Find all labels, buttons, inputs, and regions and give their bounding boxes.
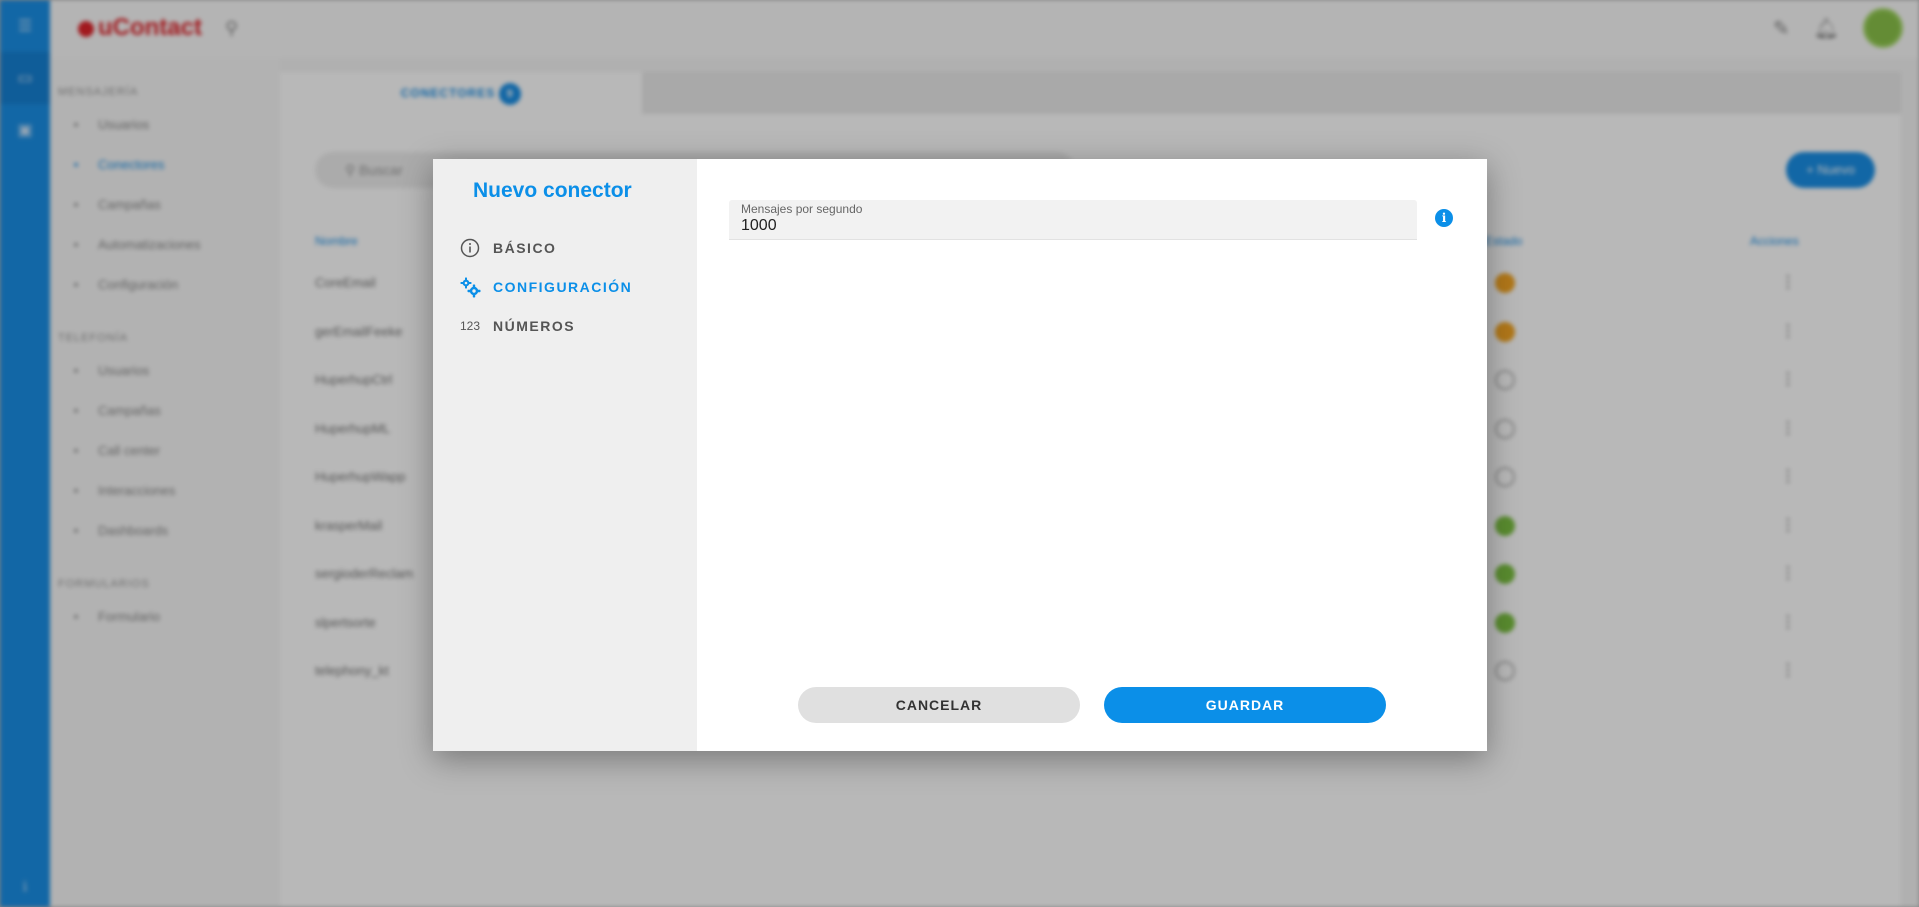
nav-numeros[interactable]: 123 NÚMEROS <box>459 315 575 337</box>
nav-configuracion[interactable]: CONFIGURACIÓN <box>459 276 632 298</box>
info-icon[interactable]: i <box>1435 209 1453 227</box>
nav-basico[interactable]: BÁSICO <box>459 237 556 259</box>
new-connector-dialog: Nuevo conector BÁSICO CONFIGURACIÓN 123 … <box>433 159 1487 751</box>
gears-icon <box>459 276 481 298</box>
save-button[interactable]: GUARDAR <box>1104 687 1386 723</box>
numbers-123-icon: 123 <box>459 319 481 333</box>
info-circle-icon <box>459 237 481 259</box>
cancel-button[interactable]: CANCELAR <box>798 687 1080 723</box>
dialog-title: Nuevo conector <box>473 179 632 202</box>
dialog-content: Mensajes por segundo i CANCELAR GUARDAR <box>697 159 1487 751</box>
messages-per-second-label: Mensajes por segundo <box>741 202 863 216</box>
nav-numeros-label: NÚMEROS <box>493 318 576 334</box>
messages-per-second-field[interactable]: Mensajes por segundo <box>729 200 1417 240</box>
messages-per-second-input[interactable] <box>741 217 1401 235</box>
dialog-sidebar: Nuevo conector BÁSICO CONFIGURACIÓN 123 … <box>433 159 697 751</box>
nav-configuracion-label: CONFIGURACIÓN <box>493 279 633 295</box>
nav-basico-label: BÁSICO <box>493 240 557 256</box>
